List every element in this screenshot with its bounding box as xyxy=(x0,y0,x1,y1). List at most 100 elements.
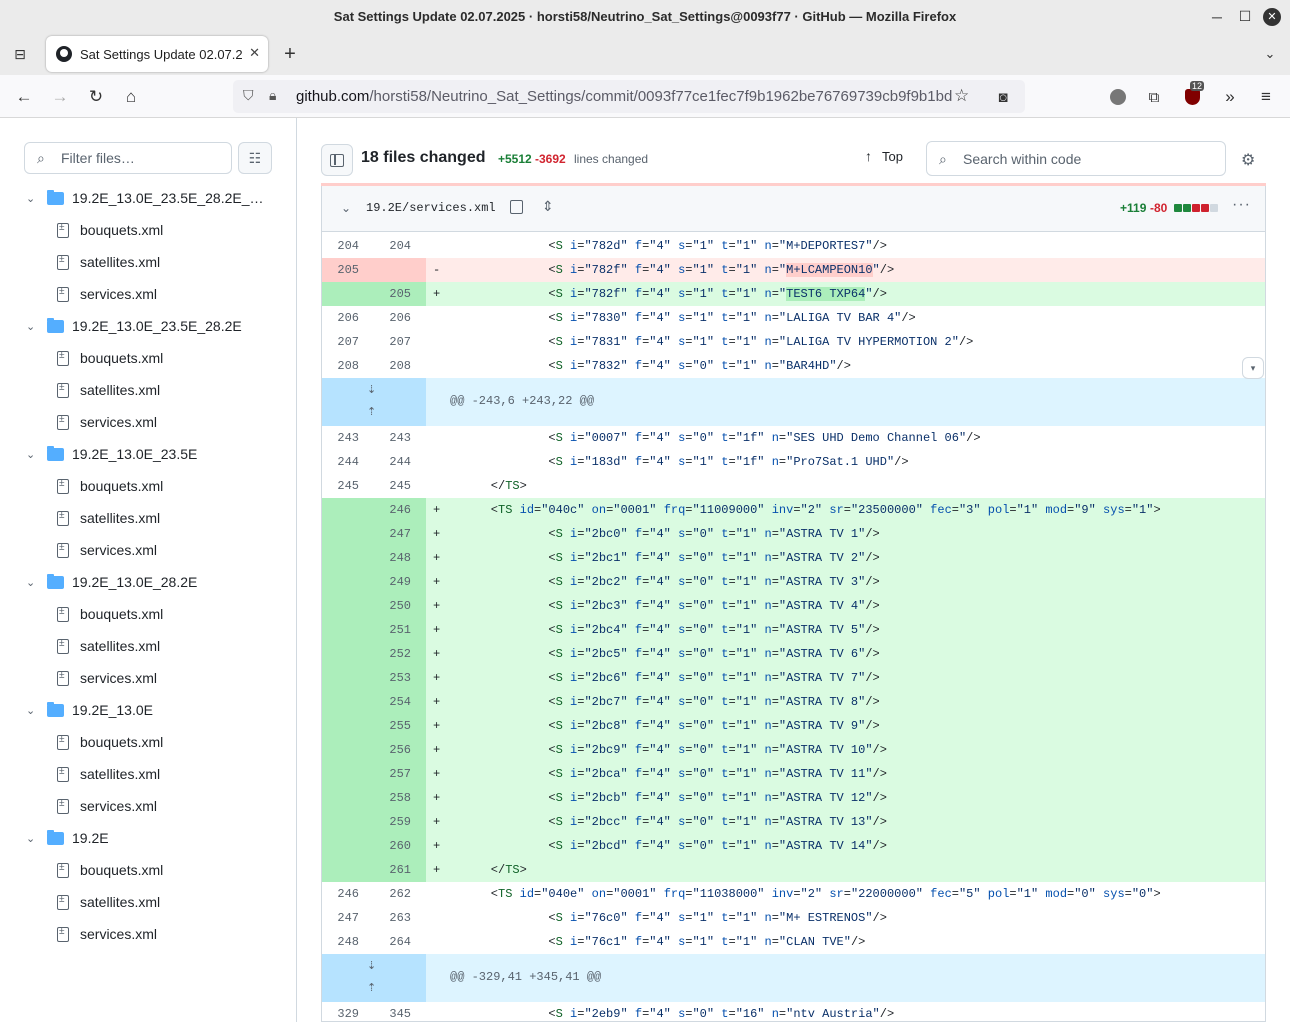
ublock-icon[interactable]: 12 xyxy=(1178,81,1206,111)
new-line-number[interactable]: 207 xyxy=(374,330,411,354)
old-line-number[interactable] xyxy=(322,498,359,522)
new-line-number[interactable]: 250 xyxy=(374,594,411,618)
expand-down-icon[interactable]: ⇣ xyxy=(367,383,376,396)
new-line-number[interactable]: 205 xyxy=(374,282,411,306)
new-line-number[interactable]: 254 xyxy=(374,690,411,714)
new-line-number[interactable]: 253 xyxy=(374,666,411,690)
screenshot-camera-icon[interactable]: ◙ xyxy=(989,83,1017,111)
url-bar[interactable]: ⛉ 🔒︎ github.com/horsti58/Neutrino_Sat_Se… xyxy=(233,80,1025,113)
new-line-number[interactable]: 345 xyxy=(374,1002,411,1021)
new-line-number[interactable]: 243 xyxy=(374,426,411,450)
tree-file[interactable]: satellites.xml xyxy=(0,502,296,534)
old-line-number[interactable] xyxy=(322,570,359,594)
new-line-number[interactable]: 261 xyxy=(374,858,411,882)
tree-folder[interactable]: ⌄ 19.2E xyxy=(0,822,296,854)
old-line-number[interactable] xyxy=(322,858,359,882)
old-line-number[interactable] xyxy=(322,738,359,762)
lock-icon[interactable]: 🔒︎ xyxy=(269,87,276,104)
overflow-chevrons-icon[interactable]: » xyxy=(1216,83,1244,111)
tree-folder[interactable]: ⌄ 19.2E_13.0E xyxy=(0,694,296,726)
filter-options-button[interactable]: ☷ xyxy=(238,142,272,174)
tree-file[interactable]: bouquets.xml xyxy=(0,598,296,630)
shield-icon[interactable]: ⛉ xyxy=(243,87,254,104)
chevron-down-icon[interactable]: ⌄ xyxy=(26,192,35,205)
new-line-number[interactable]: 206 xyxy=(374,306,411,330)
tree-file[interactable]: services.xml xyxy=(0,790,296,822)
tree-file[interactable]: services.xml xyxy=(0,918,296,950)
old-line-number[interactable]: 205 xyxy=(322,258,359,282)
close-tab-icon[interactable]: ✕ xyxy=(249,45,260,61)
tree-file[interactable]: services.xml xyxy=(0,406,296,438)
chevron-down-icon[interactable]: ⌄ xyxy=(26,832,35,845)
tree-file[interactable]: satellites.xml xyxy=(0,630,296,662)
old-line-number[interactable] xyxy=(322,810,359,834)
scroll-chevron-icon[interactable]: ▾ xyxy=(1242,357,1264,379)
new-line-number[interactable]: 204 xyxy=(374,234,411,258)
new-line-number[interactable] xyxy=(374,258,411,282)
old-line-number[interactable]: 246 xyxy=(322,882,359,906)
profile-avatar[interactable] xyxy=(1104,83,1132,111)
old-line-number[interactable] xyxy=(322,546,359,570)
tree-file[interactable]: services.xml xyxy=(0,534,296,566)
tree-file[interactable]: satellites.xml xyxy=(0,886,296,918)
hamburger-menu-icon[interactable]: ≡ xyxy=(1252,83,1280,111)
search-within-code-input[interactable]: ⌕ Search within code xyxy=(926,141,1226,176)
old-line-number[interactable] xyxy=(322,762,359,786)
old-line-number[interactable] xyxy=(322,834,359,858)
chevron-down-icon[interactable]: ⌄ xyxy=(26,704,35,717)
chevron-down-icon[interactable]: ⌄ xyxy=(26,576,35,589)
new-line-number[interactable]: 256 xyxy=(374,738,411,762)
tree-file[interactable]: satellites.xml xyxy=(0,246,296,278)
tree-file[interactable]: satellites.xml xyxy=(0,374,296,406)
old-line-number[interactable]: 207 xyxy=(322,330,359,354)
chevron-down-icon[interactable]: ⌄ xyxy=(341,201,351,215)
old-line-number[interactable]: 208 xyxy=(322,354,359,378)
bookmark-star-icon[interactable]: ☆ xyxy=(954,86,969,106)
new-line-number[interactable]: 249 xyxy=(374,570,411,594)
new-line-number[interactable]: 259 xyxy=(374,810,411,834)
old-line-number[interactable] xyxy=(322,594,359,618)
old-line-number[interactable]: 248 xyxy=(322,930,359,954)
tree-folder[interactable]: ⌄ 19.2E_13.0E_23.5E_28.2E xyxy=(0,310,296,342)
home-button[interactable]: ⌂ xyxy=(117,83,145,111)
tree-folder[interactable]: ⌄ 19.2E_13.0E_28.2E xyxy=(0,566,296,598)
new-line-number[interactable]: 252 xyxy=(374,642,411,666)
old-line-number[interactable]: 206 xyxy=(322,306,359,330)
old-line-number[interactable] xyxy=(322,618,359,642)
expand-up-icon[interactable]: ⇡ xyxy=(367,405,376,418)
old-line-number[interactable] xyxy=(322,786,359,810)
tree-folder[interactable]: ⌄ 19.2E_13.0E_23.5E_28.2E_… xyxy=(0,182,296,214)
extensions-puzzle-icon[interactable]: ⧉ xyxy=(1140,83,1168,111)
back-button[interactable]: ← xyxy=(10,83,38,111)
old-line-number[interactable]: 329 xyxy=(322,1002,359,1021)
new-line-number[interactable]: 251 xyxy=(374,618,411,642)
filter-files-input[interactable]: ⌕ Filter files… xyxy=(24,142,232,174)
new-line-number[interactable]: 255 xyxy=(374,714,411,738)
tab-github-commit[interactable]: Sat Settings Update 02.07.2 ✕ xyxy=(46,36,268,72)
old-line-number[interactable]: 244 xyxy=(322,450,359,474)
old-line-number[interactable] xyxy=(322,714,359,738)
old-line-number[interactable]: 204 xyxy=(322,234,359,258)
new-line-number[interactable]: 248 xyxy=(374,546,411,570)
old-line-number[interactable] xyxy=(322,522,359,546)
old-line-number[interactable]: 245 xyxy=(322,474,359,498)
new-line-number[interactable]: 247 xyxy=(374,522,411,546)
chevron-down-icon[interactable]: ⌄ xyxy=(26,320,35,333)
gear-icon[interactable]: ⚙ xyxy=(1241,150,1255,170)
tab-list-chevron-icon[interactable]: ⌄ xyxy=(1256,40,1284,68)
tree-file[interactable]: bouquets.xml xyxy=(0,854,296,886)
tree-file[interactable]: bouquets.xml xyxy=(0,726,296,758)
tree-file[interactable]: satellites.xml xyxy=(0,758,296,790)
new-tab-button[interactable]: + xyxy=(276,40,304,68)
new-line-number[interactable]: 263 xyxy=(374,906,411,930)
toggle-file-tree-button[interactable] xyxy=(321,144,353,176)
new-line-number[interactable]: 258 xyxy=(374,786,411,810)
expand-all-icon[interactable]: ⇕ xyxy=(542,198,554,215)
more-options-icon[interactable]: ··· xyxy=(1232,196,1251,214)
new-line-number[interactable]: 245 xyxy=(374,474,411,498)
new-line-number[interactable]: 244 xyxy=(374,450,411,474)
tree-file[interactable]: services.xml xyxy=(0,662,296,694)
tree-folder[interactable]: ⌄ 19.2E_13.0E_23.5E xyxy=(0,438,296,470)
old-line-number[interactable]: 247 xyxy=(322,906,359,930)
new-line-number[interactable]: 246 xyxy=(374,498,411,522)
